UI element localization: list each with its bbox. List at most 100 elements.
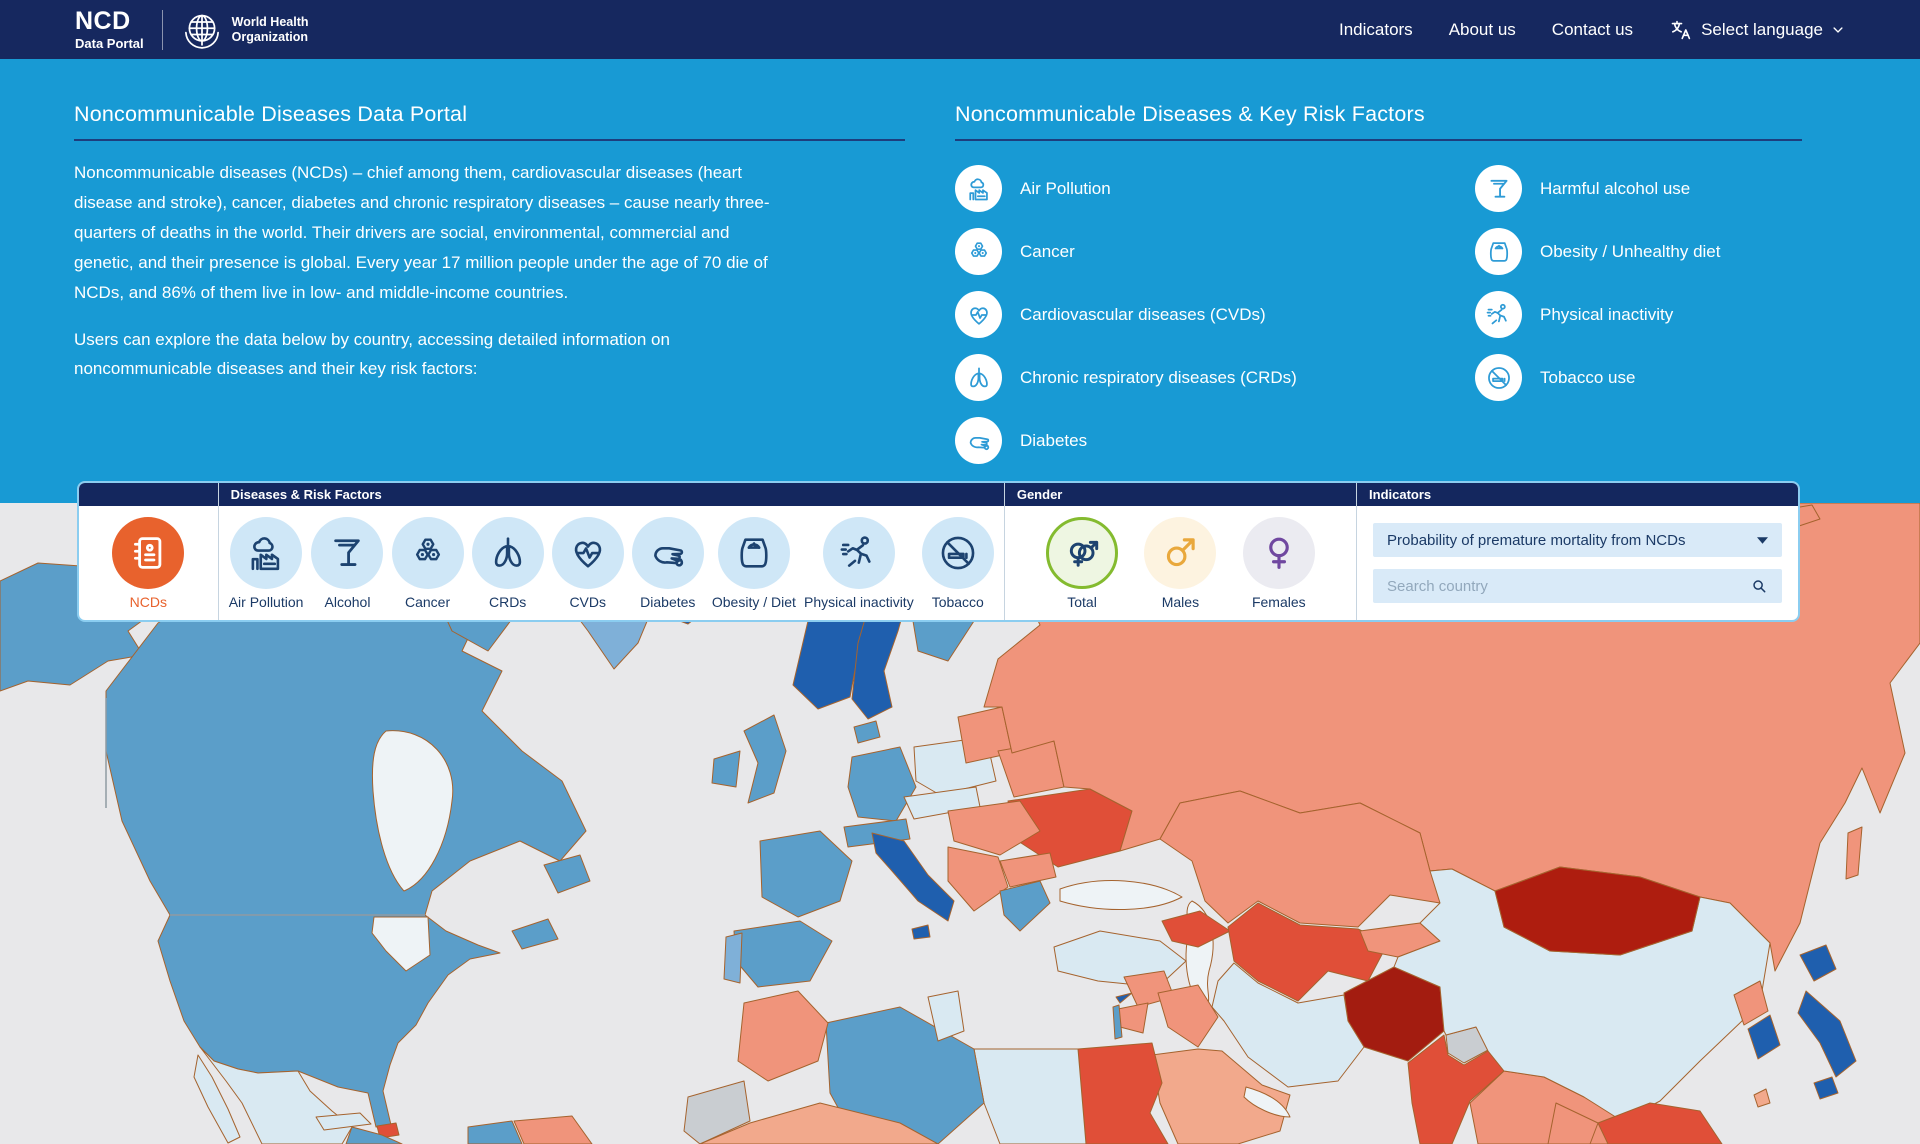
filter-button-tobacco[interactable]: Tobacco <box>922 517 994 610</box>
section-gender: Gender Total Males Females <box>1004 483 1356 620</box>
hero-intro-column: Noncommunicable Diseases Data Portal Non… <box>74 102 905 384</box>
martini-icon <box>1475 165 1522 212</box>
risk-factors-col-2: Harmful alcohol use Obesity / Unhealthy … <box>1475 157 1720 409</box>
list-item-label: Tobacco use <box>1540 368 1635 388</box>
section-gender-header: Gender <box>1005 483 1356 506</box>
indicator-dropdown-value: Probability of premature mortality from … <box>1387 532 1685 549</box>
list-item-label: Cardiovascular diseases (CVDs) <box>1020 305 1266 325</box>
list-item-label: Harmful alcohol use <box>1540 179 1690 199</box>
nav-link-indicators[interactable]: Indicators <box>1339 20 1413 40</box>
section-indicators-header: Indicators <box>1357 483 1798 506</box>
gender-button-females[interactable]: Females <box>1243 517 1315 610</box>
country-search-input[interactable] <box>1387 578 1750 595</box>
heart-pulse-icon <box>955 291 1002 338</box>
filter-button-label: Physical inactivity <box>804 594 914 610</box>
filter-button-cvds[interactable]: CVDs <box>552 517 624 610</box>
intro-paragraph-2: Users can explore the data below by coun… <box>74 325 774 385</box>
diabetes-icon <box>955 417 1002 464</box>
filter-button-ncds[interactable]: NCDs <box>112 517 184 610</box>
scale-icon <box>1475 228 1522 275</box>
filter-button-crds[interactable]: CRDs <box>472 517 544 610</box>
list-item-cancer[interactable]: Cancer <box>955 220 1297 283</box>
language-selector[interactable]: Select language <box>1669 18 1845 42</box>
filter-panel: NCDs Diseases & Risk Factors Air Polluti… <box>77 481 1800 622</box>
risk-factors-list: Air Pollution Cancer Cardiovascular dise… <box>955 157 1802 487</box>
filter-button-diabetes[interactable]: Diabetes <box>632 517 704 610</box>
who-emblem-icon <box>181 9 223 51</box>
who-text-line2: Organization <box>232 30 309 45</box>
country-search-box <box>1373 569 1782 603</box>
nav-link-about-us[interactable]: About us <box>1449 20 1516 40</box>
filter-button-label: NCDs <box>130 594 167 610</box>
filter-button-label: Diabetes <box>640 594 695 610</box>
chevron-down-icon <box>1831 23 1845 37</box>
logo-divider <box>162 10 163 50</box>
who-logo-text: World Health Organization <box>232 15 309 45</box>
filter-button-label: Alcohol <box>325 594 371 610</box>
filter-button-alcohol[interactable]: Alcohol <box>311 517 383 610</box>
page-title: Noncommunicable Diseases Data Portal <box>74 102 905 127</box>
gender-button-label: Total <box>1067 594 1097 610</box>
ncd-data-portal-page: NCD Data Portal World Health Organizatio… <box>0 0 1920 1144</box>
filter-button-label: Air Pollution <box>229 594 304 610</box>
list-item-harmful-alcohol[interactable]: Harmful alcohol use <box>1475 157 1720 220</box>
risk-factors-col-1: Air Pollution Cancer Cardiovascular dise… <box>955 157 1297 472</box>
list-item-label: Physical inactivity <box>1540 305 1673 325</box>
section-ncds: NCDs <box>79 483 218 620</box>
ncd-logo-line2: Data Portal <box>75 37 144 50</box>
no-smoking-icon <box>922 517 994 589</box>
lungs-icon <box>955 354 1002 401</box>
risk-factors-title: Noncommunicable Diseases & Key Risk Fact… <box>955 102 1802 127</box>
gender-total-icon <box>1046 517 1118 589</box>
section-diseases-header: Diseases & Risk Factors <box>219 483 1004 506</box>
gender-button-total[interactable]: Total <box>1046 517 1118 610</box>
lungs-icon <box>472 517 544 589</box>
translate-icon <box>1669 18 1693 42</box>
filter-button-label: CVDs <box>569 594 606 610</box>
diabetes-icon <box>632 517 704 589</box>
ncd-logo-line1: NCD <box>75 9 144 34</box>
list-item-physical-inactivity[interactable]: Physical inactivity <box>1475 283 1720 346</box>
ncd-logo[interactable]: NCD Data Portal <box>75 9 144 50</box>
filter-button-label: Cancer <box>405 594 450 610</box>
list-item-label: Obesity / Unhealthy diet <box>1540 242 1720 262</box>
list-item-obesity-diet[interactable]: Obesity / Unhealthy diet <box>1475 220 1720 283</box>
filter-button-label: CRDs <box>489 594 526 610</box>
filter-button-physical-inactivity[interactable]: Physical inactivity <box>804 517 914 610</box>
filter-button-label: Obesity / Diet <box>712 594 796 610</box>
who-text-line1: World Health <box>232 15 309 30</box>
risk-title-underline <box>955 139 1802 141</box>
list-item-air-pollution[interactable]: Air Pollution <box>955 157 1297 220</box>
runner-icon <box>823 517 895 589</box>
filter-button-air-pollution[interactable]: Air Pollution <box>229 517 304 610</box>
gender-button-males[interactable]: Males <box>1144 517 1216 610</box>
filter-button-obesity-diet[interactable]: Obesity / Diet <box>712 517 796 610</box>
title-underline <box>74 139 905 141</box>
list-item-label: Air Pollution <box>1020 179 1111 199</box>
map-country <box>724 933 742 983</box>
indicator-dropdown[interactable]: Probability of premature mortality from … <box>1373 523 1782 557</box>
intro-paragraph-1: Noncommunicable diseases (NCDs) – chief … <box>74 158 774 308</box>
hero-risk-factors-column: Noncommunicable Diseases & Key Risk Fact… <box>955 102 1802 487</box>
list-item-diabetes[interactable]: Diabetes <box>955 409 1297 472</box>
top-navbar: NCD Data Portal World Health Organizatio… <box>0 0 1920 59</box>
air-pollution-icon <box>230 517 302 589</box>
section-diseases-risk-factors: Diseases & Risk Factors Air Pollution Al… <box>218 483 1004 620</box>
nav-link-contact-us[interactable]: Contact us <box>1552 20 1633 40</box>
list-item-label: Chronic respiratory diseases (CRDs) <box>1020 368 1297 388</box>
air-pollution-icon <box>955 165 1002 212</box>
list-item-label: Cancer <box>1020 242 1075 262</box>
runner-icon <box>1475 291 1522 338</box>
brand-area: NCD Data Portal World Health Organizatio… <box>75 9 309 51</box>
section-indicators: Indicators Probability of premature mort… <box>1356 483 1798 620</box>
section-ncds-header <box>79 483 218 506</box>
list-item-cvds[interactable]: Cardiovascular diseases (CVDs) <box>955 283 1297 346</box>
list-item-crds[interactable]: Chronic respiratory diseases (CRDs) <box>955 346 1297 409</box>
male-icon <box>1144 517 1216 589</box>
nav-links: Indicators About us Contact us Select la… <box>1339 18 1845 42</box>
filter-button-cancer[interactable]: Cancer <box>392 517 464 610</box>
hero-section: Noncommunicable Diseases Data Portal Non… <box>0 59 1920 503</box>
who-logo[interactable]: World Health Organization <box>181 9 309 51</box>
list-item-tobacco-use[interactable]: Tobacco use <box>1475 346 1720 409</box>
filter-button-label: Tobacco <box>932 594 984 610</box>
